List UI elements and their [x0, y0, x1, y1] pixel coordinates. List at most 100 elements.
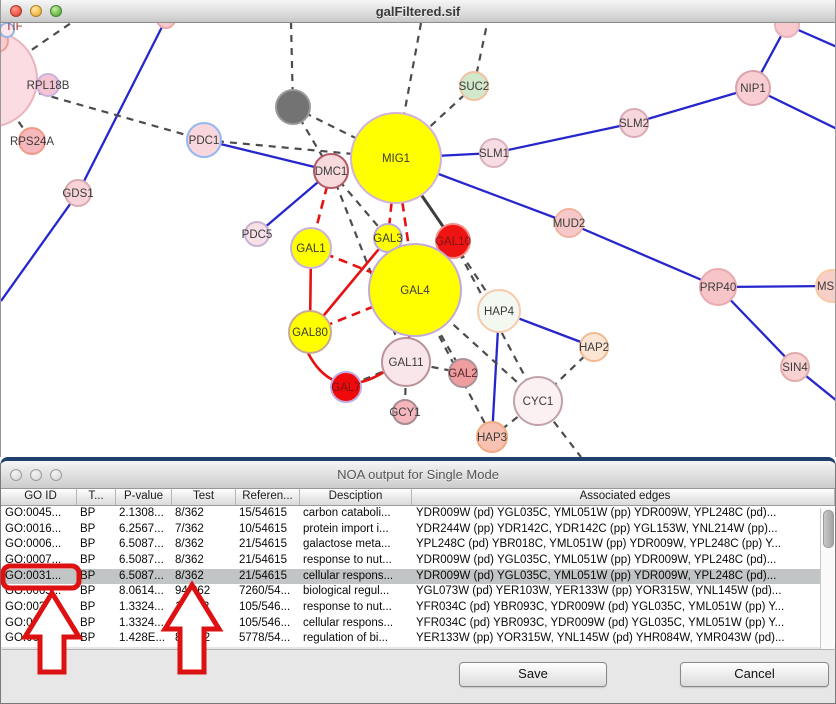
cell-1-6: YDR244W (pp) YDR142C, YDR142C (pp) YGL15… — [412, 522, 821, 538]
cell-4-6: YDR009W (pd) YGL035C, YML051W (pp) YDR00… — [412, 569, 821, 585]
noa-window-titlebar: NOA output for Single Mode — [1, 461, 835, 489]
cell-4-3: 8/362 — [172, 569, 236, 585]
node-label-PDC5: PDC5 — [242, 229, 273, 241]
cell-5-4: 7260/54... — [236, 584, 300, 600]
edge-blue-1 — [1, 193, 78, 301]
cell-8-3: 80/362 — [172, 631, 236, 647]
save-button[interactable]: Save — [459, 662, 607, 687]
cell-0-3: 8/362 — [172, 506, 236, 522]
node-label-GAL11: GAL11 — [389, 357, 424, 369]
cell-1-0: GO:0016... — [1, 522, 77, 538]
cell-7-3: 11/362 — [172, 616, 236, 632]
scrollbar-thumb[interactable] — [823, 510, 834, 548]
cell-1-1: BP — [77, 522, 116, 538]
cell-5-5: biological regul... — [300, 584, 412, 600]
node-label-DMC1: DMC1 — [315, 166, 348, 178]
cell-0-5: carbon cataboli... — [300, 506, 412, 522]
table-row-1[interactable]: GO:0016...BP6.2567...7/36210/54615protei… — [1, 522, 821, 538]
node-label-MIG1: MIG1 — [382, 153, 410, 165]
zoom-button[interactable] — [50, 5, 62, 17]
node-label-GAL10: GAL10 — [435, 236, 471, 248]
cancel-button[interactable]: Cancel — [680, 662, 829, 687]
cell-6-6: YFR034C (pd) YBR093C, YDR009W (pd) YGL03… — [412, 600, 821, 616]
table-header: GO IDT...P-valueTestReferen...Desciption… — [1, 489, 835, 506]
cell-4-5: cellular respons... — [300, 569, 412, 585]
close-button[interactable] — [10, 5, 22, 17]
node-PNKTD[interactable] — [775, 23, 799, 37]
cell-8-1: BP — [77, 631, 116, 647]
column-header-4[interactable]: Referen... — [236, 489, 300, 505]
table-body: GO:0045...BP2.1308...8/36215/54615carbon… — [1, 506, 835, 647]
cell-2-3: 8/362 — [172, 537, 236, 553]
network-window-titlebar: galFiltered.sif — [1, 0, 835, 23]
cell-5-0: GO:0065... — [1, 584, 77, 600]
column-header-0[interactable]: GO ID — [1, 489, 77, 505]
close-button[interactable] — [10, 469, 22, 481]
cell-8-2: 1.428E... — [116, 631, 172, 647]
column-header-2[interactable]: P-value — [116, 489, 172, 505]
noa-window-title: NOA output for Single Mode — [1, 467, 835, 482]
cell-5-2: 8.0614... — [116, 584, 172, 600]
cell-8-5: regulation of bi... — [300, 631, 412, 647]
column-header-1[interactable]: T... — [77, 489, 116, 505]
edge-blue-11 — [569, 223, 718, 287]
cell-7-6: YFR034C (pd) YBR093C, YDR009W (pd) YGL03… — [412, 616, 821, 632]
node-GREYN[interactable] — [276, 90, 310, 124]
node-label-TIF: TIF — [5, 23, 22, 33]
cell-0-0: GO:0045... — [1, 506, 77, 522]
cell-3-3: 8/362 — [172, 553, 236, 569]
cell-2-6: YPL248C (pd) YBR018C, YML051W (pp) YDR00… — [412, 537, 821, 553]
column-header-6[interactable]: Associated edges — [412, 489, 835, 505]
cell-2-0: GO:0006... — [1, 537, 77, 553]
cell-3-2: 6.5087... — [116, 553, 172, 569]
minimize-button[interactable] — [30, 5, 42, 17]
table-row-0[interactable]: GO:0045...BP2.1308...8/36215/54615carbon… — [1, 506, 821, 522]
cell-6-0: GO:0031... — [1, 600, 77, 616]
cell-4-0: GO:0031... — [1, 569, 77, 585]
column-header-5[interactable]: Desciption — [300, 489, 412, 505]
table-row-7[interactable]: GO:0031...BP1.3324...11/362105/546...cel… — [1, 616, 821, 632]
node-PNKTB[interactable] — [157, 23, 175, 28]
node-label-GAL3: GAL3 — [373, 233, 402, 245]
cell-6-5: response to nut... — [300, 600, 412, 616]
network-window: galFiltered.sif TIF RPL18B RPS24A GDS1 PDC1 D… — [0, 0, 836, 457]
node-label-RPS24A: RPS24A — [10, 136, 54, 148]
cell-1-2: 6.2567... — [116, 522, 172, 538]
cell-2-1: BP — [77, 537, 116, 553]
cell-6-4: 105/546... — [236, 600, 300, 616]
node-label-SUC2: SUC2 — [459, 81, 490, 93]
cell-3-1: BP — [77, 553, 116, 569]
node-label-RPL18B: RPL18B — [27, 80, 70, 92]
table-row-2[interactable]: GO:0006...BP6.5087...8/36221/54615galact… — [1, 537, 821, 553]
node-label-HAP2: HAP2 — [579, 342, 609, 354]
column-header-3[interactable]: Test — [172, 489, 236, 505]
table-row-6[interactable]: GO:0031...BP1.3324...11/362105/546...res… — [1, 600, 821, 616]
table-row-5[interactable]: GO:0065...BP8.0614...94/3627260/54...bio… — [1, 584, 821, 600]
cell-6-3: 11/362 — [172, 600, 236, 616]
zoom-button[interactable] — [50, 469, 62, 481]
cell-7-5: cellular respons... — [300, 616, 412, 632]
node-label-NIP1: NIP1 — [740, 83, 766, 95]
cell-5-3: 94/362 — [172, 584, 236, 600]
minimize-button[interactable] — [30, 469, 42, 481]
node-label-MUD2: MUD2 — [553, 218, 586, 230]
cell-6-1: BP — [77, 600, 116, 616]
cell-1-5: protein import i... — [300, 522, 412, 538]
table-row-3[interactable]: GO:0007...BP6.5087...8/36221/54615respon… — [1, 553, 821, 569]
node-label-HAP4: HAP4 — [484, 306, 515, 318]
cell-3-5: response to nut... — [300, 553, 412, 569]
node-label-GCY1: GCY1 — [389, 407, 420, 419]
node-label-GAL1: GAL1 — [296, 243, 325, 255]
network-canvas[interactable]: TIFRPL18BRPS24AGDS1PDC1DMC1MIG1SUC2SLM1S… — [1, 23, 835, 457]
cell-7-1: BP — [77, 616, 116, 632]
vertical-scrollbar[interactable] — [820, 508, 834, 649]
edge-blue-2 — [204, 140, 331, 171]
table-row-4[interactable]: GO:0031...BP6.5087...8/36221/54615cellul… — [1, 569, 821, 585]
noa-output-window: NOA output for Single Mode GO IDT...P-va… — [0, 457, 836, 704]
cell-0-4: 15/54615 — [236, 506, 300, 522]
node-label-GDS1: GDS1 — [62, 188, 93, 200]
node-label-PDC1: PDC1 — [189, 135, 220, 147]
window-controls — [10, 5, 62, 17]
cell-7-0: GO:0031... — [1, 616, 77, 632]
table-row-8[interactable]: GO:0050...BP1.428E...80/3625778/54...reg… — [1, 631, 821, 647]
